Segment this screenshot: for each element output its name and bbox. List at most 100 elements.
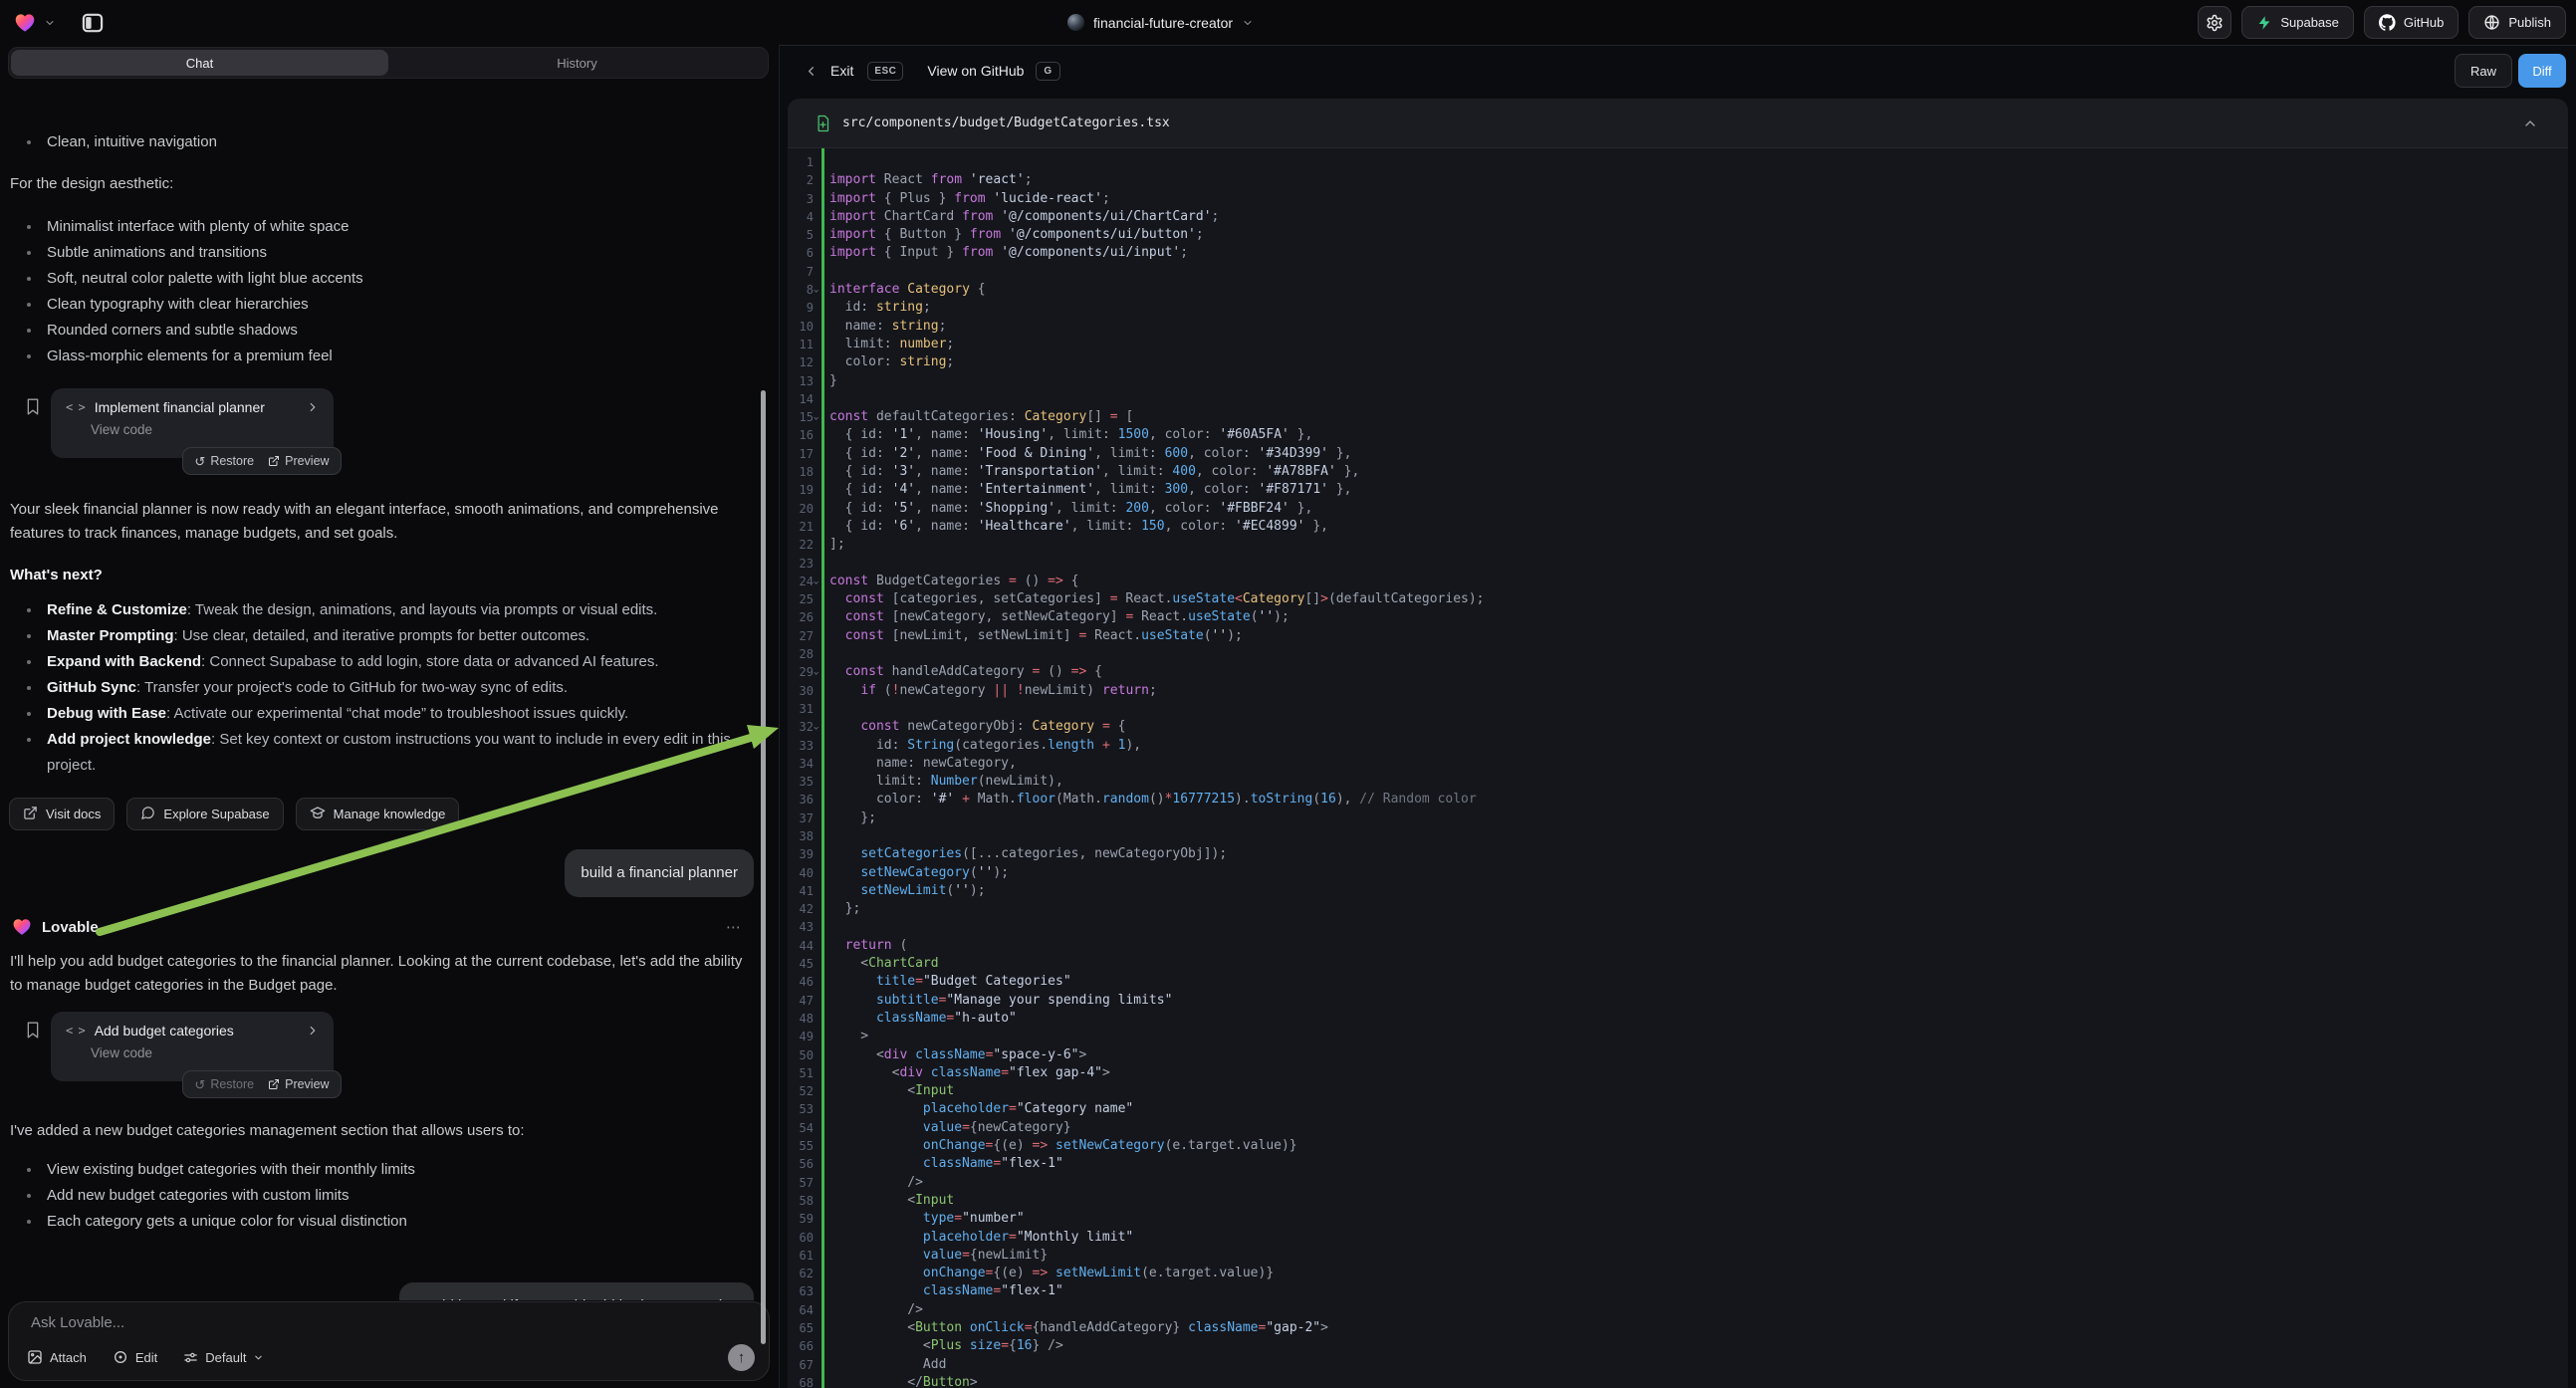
code-line: 68 </Button>	[788, 1374, 2568, 1388]
explore-supabase-button[interactable]: Explore Supabase	[126, 798, 283, 830]
diff-toggle-button[interactable]: Diff	[2518, 54, 2566, 88]
fold-chevron-icon[interactable]: ›	[807, 288, 824, 295]
code-line: 63 className="flex-1"	[788, 1282, 2568, 1300]
external-link-icon	[268, 455, 280, 467]
code-line: 59 type="number"	[788, 1210, 2568, 1228]
code-editor[interactable]: 12import React from 'react';3import { Pl…	[788, 148, 2568, 1388]
tab-chat[interactable]: Chat	[11, 50, 388, 76]
line-number: 61	[788, 1247, 814, 1265]
line-number: 36	[788, 791, 814, 809]
manage-knowledge-button[interactable]: Manage knowledge	[296, 798, 460, 830]
code-line: 61 value={newLimit}	[788, 1247, 2568, 1265]
github-button[interactable]: GitHub	[2364, 6, 2459, 39]
view-code-link[interactable]: View code	[51, 1039, 334, 1060]
line-number: 25	[788, 590, 814, 608]
added-bullet-list: View existing budget categories with the…	[0, 1157, 779, 1235]
chat-scrollbar[interactable]	[761, 390, 766, 1344]
line-number: 57	[788, 1174, 814, 1192]
edit-mode-button[interactable]: Edit	[113, 1349, 157, 1365]
bookmark-icon[interactable]	[25, 1021, 41, 1040]
code-line: 17 { id: '2', name: 'Food & Dining', lim…	[788, 445, 2568, 463]
github-label: GitHub	[2404, 15, 2444, 30]
publish-button[interactable]: Publish	[2468, 6, 2566, 39]
line-number: 43	[788, 918, 814, 936]
collapse-chevron-up-icon[interactable]	[2522, 116, 2538, 131]
line-number: 22	[788, 536, 814, 554]
code-panel: Exit ESC View on GitHub G Raw Diff src/c…	[779, 45, 2576, 1388]
code-line: 10 name: string;	[788, 318, 2568, 336]
view-on-github-link[interactable]: View on GitHub	[927, 63, 1024, 79]
code-line: 56 className="flex-1"	[788, 1155, 2568, 1173]
chevron-down-icon[interactable]	[44, 17, 56, 29]
line-number: 62	[788, 1265, 814, 1282]
g-key-badge: G	[1036, 62, 1059, 81]
chevron-left-icon[interactable]	[804, 64, 819, 79]
chat-history-tabs: Chat History	[8, 47, 769, 79]
send-button[interactable]: ↑	[728, 1344, 755, 1371]
code-line: 40 setNewCategory('');	[788, 864, 2568, 882]
design-heading: For the design aesthetic:	[10, 172, 749, 196]
code-line: 42 };	[788, 900, 2568, 918]
chat-panel: Chat History Clean, intuitive navigation…	[0, 45, 779, 1388]
view-code-link[interactable]: View code	[51, 415, 334, 437]
fold-chevron-icon[interactable]: ›	[807, 725, 824, 732]
list-item: Soft, neutral color palette with light b…	[10, 266, 742, 292]
code-line: 67 Add	[788, 1356, 2568, 1374]
code-line: 24›const BudgetCategories = () => {	[788, 573, 2568, 590]
chat-input[interactable]	[31, 1314, 648, 1331]
code-line: 32› const newCategoryObj: Category = {	[788, 718, 2568, 736]
visit-docs-button[interactable]: Visit docs	[9, 798, 115, 830]
line-number: 35	[788, 773, 814, 791]
chat-messages: Clean, intuitive navigation For the desi…	[0, 129, 779, 1300]
code-line: 54 value={newCategory}	[788, 1119, 2568, 1137]
code-line: 49 >	[788, 1028, 2568, 1045]
line-number: 59	[788, 1210, 814, 1228]
assistant-header: Lovable ⋯	[12, 916, 779, 938]
attach-button[interactable]: Attach	[27, 1349, 87, 1365]
next-step-item: Expand with Backend: Connect Supabase to…	[10, 649, 742, 675]
whats-next-heading: What's next?	[10, 564, 749, 587]
lovable-logo-icon[interactable]	[14, 12, 36, 34]
code-line: 45 <ChartCard	[788, 955, 2568, 973]
line-number: 65	[788, 1319, 814, 1337]
message-menu-button[interactable]: ⋯	[726, 918, 743, 936]
fold-chevron-icon[interactable]: ›	[807, 670, 824, 677]
user-message: build a financial planner	[565, 849, 754, 897]
code-line: 5import { Button } from '@/components/ui…	[788, 226, 2568, 244]
fold-chevron-icon[interactable]: ›	[807, 579, 824, 586]
restore-button[interactable]: ↺ Restore	[194, 1077, 254, 1091]
code-line: 35 limit: Number(newLimit),	[788, 773, 2568, 791]
model-selector[interactable]: Default	[183, 1350, 264, 1365]
exit-button[interactable]: Exit	[830, 63, 853, 79]
code-line: 6import { Input } from '@/components/ui/…	[788, 244, 2568, 262]
message-circle-icon	[140, 806, 155, 823]
file-path-bar[interactable]: src/components/budget/BudgetCategories.t…	[788, 99, 2568, 148]
code-line: 55 onChange={(e) => setNewCategory(e.tar…	[788, 1137, 2568, 1155]
sidebar-toggle-button[interactable]	[76, 6, 110, 40]
code-line: 52 <Input	[788, 1082, 2568, 1100]
code-icon: < >	[66, 1024, 85, 1038]
line-number: 40	[788, 864, 814, 882]
code-line: 41 setNewLimit('');	[788, 882, 2568, 900]
project-switcher[interactable]: financial-future-creator	[1067, 0, 1254, 45]
line-number: 50	[788, 1046, 814, 1064]
line-number: 38	[788, 827, 814, 845]
bookmark-icon[interactable]	[25, 397, 41, 416]
raw-toggle-button[interactable]: Raw	[2455, 54, 2512, 88]
next-steps-list: Refine & Customize: Tweak the design, an…	[0, 597, 779, 779]
supabase-bolt-icon	[2256, 15, 2272, 31]
restore-button[interactable]: ↺ Restore	[194, 454, 254, 468]
restore-icon: ↺	[194, 1078, 205, 1091]
line-number: 6	[788, 244, 814, 262]
line-number: 42	[788, 900, 814, 918]
preview-button[interactable]: Preview	[268, 1077, 329, 1091]
code-line: 48 className="h-auto"	[788, 1010, 2568, 1028]
supabase-button[interactable]: Supabase	[2241, 6, 2354, 39]
design-bullet-list: Minimalist interface with plenty of whit…	[0, 214, 779, 369]
preview-button[interactable]: Preview	[268, 454, 329, 468]
code-line: 25 const [categories, setCategories] = R…	[788, 590, 2568, 608]
tab-history[interactable]: History	[388, 50, 766, 76]
settings-button[interactable]	[2198, 6, 2231, 39]
code-line: 19 { id: '4', name: 'Entertainment', lim…	[788, 481, 2568, 499]
fold-chevron-icon[interactable]: ›	[807, 415, 824, 422]
